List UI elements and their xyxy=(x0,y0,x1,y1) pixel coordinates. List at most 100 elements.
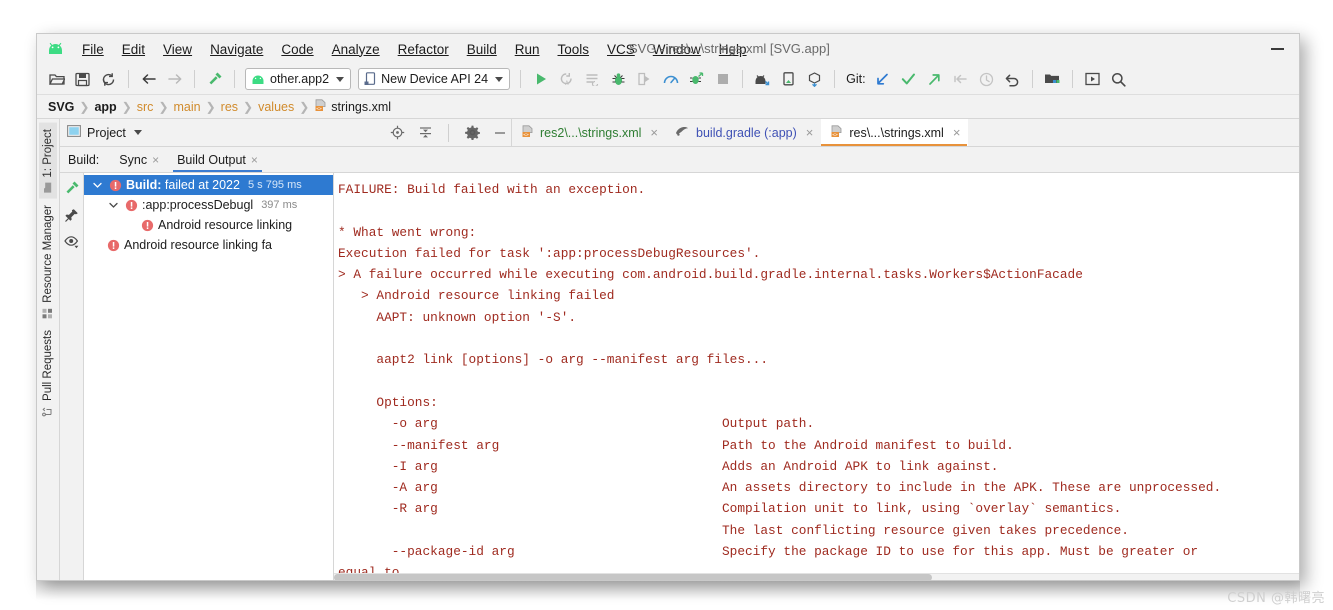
project-panel-header: Project xyxy=(60,119,512,146)
chevron-down-icon[interactable] xyxy=(106,202,120,209)
console-line: > A failure occurred while executing com… xyxy=(338,267,1083,283)
minimize-button[interactable] xyxy=(1255,34,1299,64)
sidebar-item-project-label: 1: Project xyxy=(42,129,54,178)
hide-panel-icon[interactable] xyxy=(489,122,511,144)
eye-filter-icon[interactable] xyxy=(63,233,81,251)
close-icon[interactable]: × xyxy=(152,153,159,167)
menu-item-refactor[interactable]: Refactor xyxy=(389,39,458,60)
breadcrumb-item-main[interactable]: main xyxy=(171,100,204,114)
sidebar-item-resource-manager[interactable]: Resource Manager xyxy=(39,199,57,325)
search-everywhere-icon[interactable] xyxy=(1106,67,1131,92)
build-tree-row-label: :app:processDebugl xyxy=(142,198,254,212)
menu-item-code[interactable]: Code xyxy=(272,39,322,60)
table-row[interactable]: :app:processDebugl 397 ms xyxy=(84,195,333,215)
select-opened-file-icon[interactable] xyxy=(1080,67,1105,92)
open-folder-icon[interactable] xyxy=(44,67,69,92)
device-selector[interactable]: New Device API 24 xyxy=(358,68,511,90)
breadcrumb: SVG ❯ app ❯ src ❯ main ❯ res ❯ values ❯ … xyxy=(37,95,1299,119)
console-line: * What went wrong: xyxy=(338,224,477,240)
close-icon[interactable]: × xyxy=(251,153,258,167)
chevron-down-icon[interactable] xyxy=(90,182,104,189)
project-structure-icon[interactable] xyxy=(1040,67,1065,92)
editor-tab-build-gradle[interactable]: build.gradle (:app) × xyxy=(666,119,821,146)
build-console[interactable]: FAILURE: Build failed with an exception.… xyxy=(334,173,1299,580)
editor-tab-label: res2\...\strings.xml xyxy=(540,125,642,140)
device-selector-label: New Device API 24 xyxy=(381,72,489,86)
breadcrumb-item-src[interactable]: src xyxy=(134,100,157,114)
menu-item-analyze[interactable]: Analyze xyxy=(323,39,389,60)
scrollbar-thumb[interactable] xyxy=(334,574,933,580)
console-line: Execution failed for task ':app:processD… xyxy=(338,245,761,261)
toolbar-separator-2 xyxy=(194,70,195,88)
save-icon[interactable] xyxy=(70,67,95,92)
run-icon[interactable] xyxy=(528,67,553,92)
build-hammer-icon[interactable] xyxy=(63,179,81,197)
sidebar-item-project[interactable]: 1: Project xyxy=(39,123,57,199)
breadcrumb-item-values[interactable]: values xyxy=(255,100,297,114)
menu-item-refactor-label: Refactor xyxy=(397,41,449,57)
run-coverage-icon[interactable] xyxy=(684,67,709,92)
table-row[interactable]: Android resource linking fa xyxy=(84,235,333,255)
build-tab-build-output[interactable]: Build Output × xyxy=(169,147,266,172)
module-selector[interactable]: other.app2 xyxy=(245,68,352,90)
menu-item-view[interactable]: View xyxy=(154,39,201,60)
build-tab-build-output-label: Build Output xyxy=(177,152,246,167)
device-file-explorer-icon[interactable] xyxy=(802,67,827,92)
attach-debugger-icon[interactable] xyxy=(632,67,657,92)
git-rollback-icon[interactable] xyxy=(1000,67,1025,92)
avd-manager-icon[interactable] xyxy=(750,67,775,92)
git-commit-icon[interactable] xyxy=(896,67,921,92)
chevron-down-icon xyxy=(495,76,504,82)
build-hammer-icon[interactable] xyxy=(202,67,227,92)
close-icon[interactable]: × xyxy=(953,125,961,140)
menu-item-build[interactable]: Build xyxy=(458,39,506,60)
apply-code-changes-icon[interactable] xyxy=(580,67,605,92)
console-horizontal-scrollbar[interactable] xyxy=(334,573,1299,580)
project-panel-label[interactable]: Project xyxy=(87,126,126,140)
table-row[interactable]: Android resource linking xyxy=(84,215,333,235)
breadcrumb-item-app[interactable]: app xyxy=(91,100,119,114)
console-line: -R arg Compilation unit to link, using `… xyxy=(338,501,1122,517)
sync-project-icon[interactable] xyxy=(96,67,121,92)
breadcrumb-item-svg[interactable]: SVG xyxy=(45,100,77,114)
pin-icon[interactable] xyxy=(63,206,81,224)
build-tab-sync[interactable]: Sync × xyxy=(111,147,167,172)
sdk-manager-icon[interactable] xyxy=(776,67,801,92)
build-tree[interactable]: Build: failed at 2022 5 s 795 ms:app:pr… xyxy=(84,173,334,580)
menu-item-navigate[interactable]: Navigate xyxy=(201,39,272,60)
git-update-icon[interactable] xyxy=(870,67,895,92)
xml-file-icon: <> xyxy=(521,124,534,141)
breadcrumb-separator: ❯ xyxy=(299,99,310,114)
breadcrumb-item-res[interactable]: res xyxy=(218,100,241,114)
collapse-all-icon[interactable] xyxy=(414,122,436,144)
table-row[interactable]: Build: failed at 2022 5 s 795 ms xyxy=(84,175,333,195)
close-icon[interactable]: × xyxy=(806,125,814,140)
apply-changes-icon[interactable]: A xyxy=(554,67,579,92)
git-branch-icon[interactable] xyxy=(948,67,973,92)
navigate-back-icon[interactable] xyxy=(136,67,161,92)
gear-icon[interactable] xyxy=(461,122,483,144)
menu-item-tools[interactable]: Tools xyxy=(549,39,599,60)
scroll-from-source-icon[interactable] xyxy=(386,122,408,144)
git-push-icon[interactable] xyxy=(922,67,947,92)
window-body: 1: Project Resource Manager Pull Request… xyxy=(37,119,1299,580)
menu-item-edit[interactable]: Edit xyxy=(113,39,154,60)
navigate-forward-icon[interactable] xyxy=(162,67,187,92)
android-studio-window: File Edit View Navigate Code Analyze Ref… xyxy=(36,33,1300,581)
editor-tab-res2-strings[interactable]: <> res2\...\strings.xml × xyxy=(512,119,666,146)
chevron-down-icon[interactable] xyxy=(133,130,142,135)
window-title: SVG - res\...\strings.xml [SVG.app] xyxy=(629,41,830,56)
close-icon[interactable]: × xyxy=(650,125,658,140)
breadcrumb-item-file[interactable]: <> strings.xml xyxy=(311,98,391,115)
sidebar-item-pull-requests[interactable]: Pull Requests xyxy=(39,324,57,423)
menu-item-run[interactable]: Run xyxy=(506,39,549,60)
menu-item-file[interactable]: File xyxy=(73,39,113,60)
profiler-icon[interactable] xyxy=(658,67,683,92)
menu-item-run-label: Run xyxy=(514,41,540,57)
debug-icon[interactable] xyxy=(606,67,631,92)
git-history-icon[interactable] xyxy=(974,67,999,92)
stop-icon[interactable] xyxy=(710,67,735,92)
svg-text:<>: <> xyxy=(523,133,529,138)
editor-tab-res-strings[interactable]: <> res\...\strings.xml × xyxy=(821,119,969,146)
